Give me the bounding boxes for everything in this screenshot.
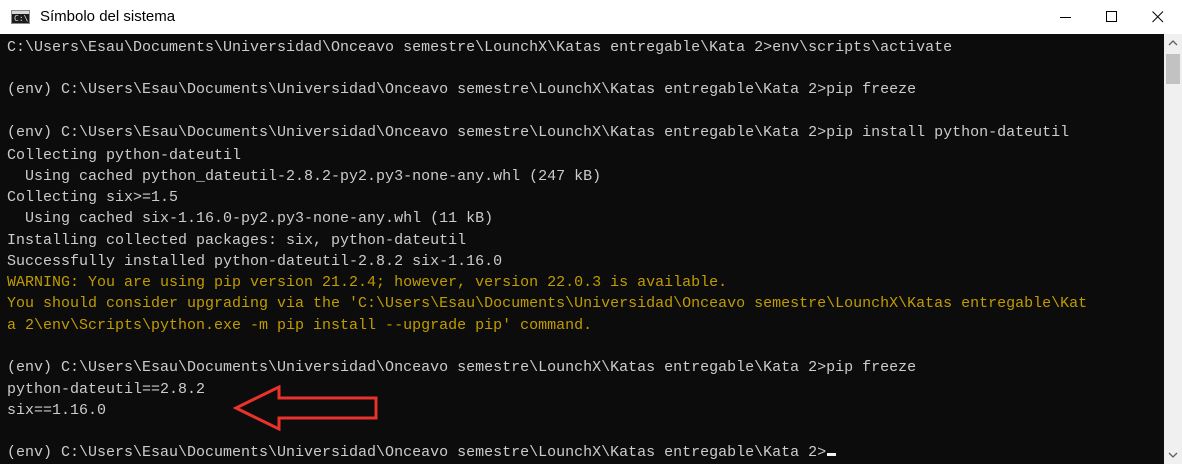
prompt-line: (env) C:\Users\Esau\Documents\Universida… <box>7 442 837 463</box>
console-line: six==1.16.0 <box>7 402 107 419</box>
console-line: Collecting six>=1.5 <box>7 189 179 206</box>
maximize-icon <box>1106 11 1117 22</box>
console-output[interactable]: C:\Users\Esau\Documents\Universidad\Once… <box>0 34 1164 464</box>
console-line: Successfully installed python-dateutil-2… <box>7 253 503 270</box>
maximize-button[interactable] <box>1089 0 1135 34</box>
console-line: (env) C:\Users\Esau\Documents\Universida… <box>7 124 1070 141</box>
warning-line: WARNING: You are using pip version 21.2.… <box>7 274 728 291</box>
text-cursor <box>827 453 837 456</box>
close-icon <box>1152 11 1164 23</box>
console-line: Using cached six-1.16.0-py2.py3-none-any… <box>7 210 494 227</box>
minimize-button[interactable] <box>1043 0 1089 34</box>
scroll-up-button[interactable] <box>1164 34 1182 52</box>
prompt-text: (env) C:\Users\Esau\Documents\Universida… <box>7 444 827 461</box>
console-line: Collecting python-dateutil <box>7 147 242 164</box>
console-line: Using cached python_dateutil-2.8.2-py2.p… <box>7 168 602 185</box>
warning-line: You should consider upgrading via the 'C… <box>7 295 1088 312</box>
console-line: python-dateutil==2.8.2 <box>7 381 206 398</box>
window-title: Símbolo del sistema <box>40 8 176 25</box>
scroll-thumb[interactable] <box>1166 54 1180 84</box>
arrow-outline-icon <box>233 385 378 431</box>
title-bar: C:\ Símbolo del sistema <box>0 0 1182 34</box>
minimize-icon <box>1060 17 1071 18</box>
console-line: (env) C:\Users\Esau\Documents\Universida… <box>7 81 917 98</box>
cmd-icon-glyph: C:\ <box>14 14 29 23</box>
cmd-icon[interactable]: C:\ <box>11 10 30 24</box>
close-button[interactable] <box>1135 0 1181 34</box>
chevron-down-icon <box>1168 452 1178 458</box>
warning-line: a 2\env\Scripts\python.exe -m pip instal… <box>7 317 593 334</box>
chevron-up-icon <box>1168 40 1178 46</box>
console-line: C:\Users\Esau\Documents\Universidad\Once… <box>7 39 953 56</box>
scroll-down-button[interactable] <box>1164 446 1182 464</box>
vertical-scrollbar[interactable] <box>1164 34 1182 464</box>
console-line: (env) C:\Users\Esau\Documents\Universida… <box>7 359 917 376</box>
console-line: Installing collected packages: six, pyth… <box>7 232 467 249</box>
